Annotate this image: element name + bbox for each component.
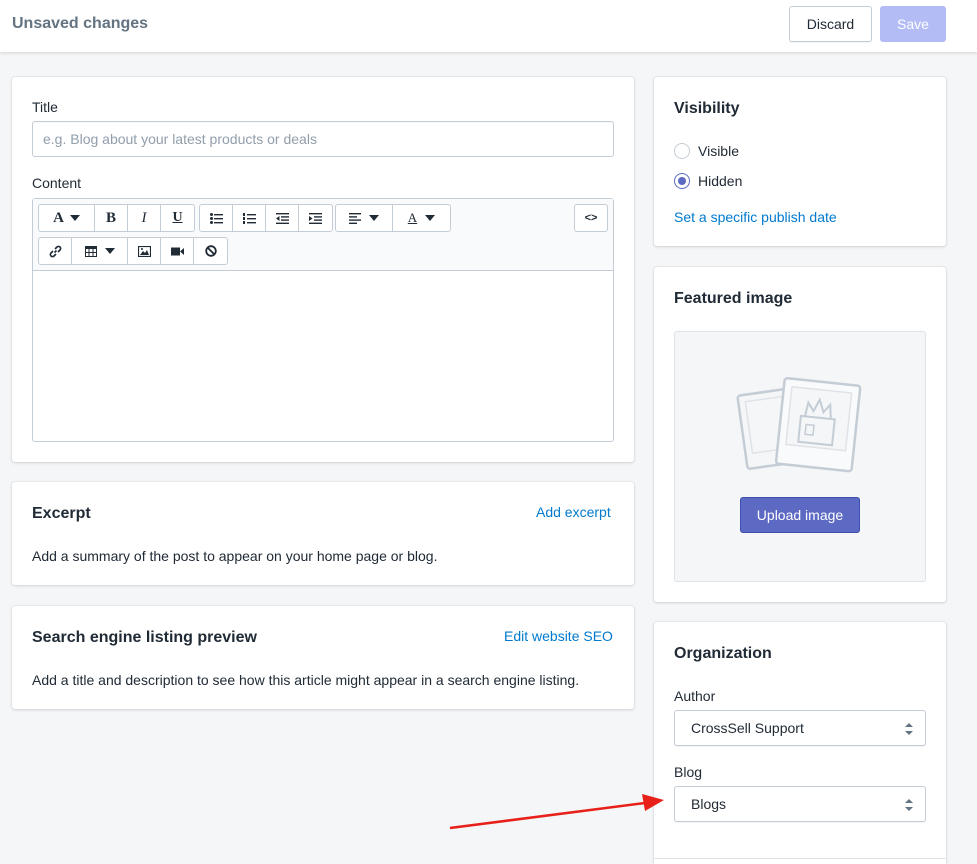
indent-svg: [309, 212, 322, 224]
seo-card: [12, 606, 634, 709]
author-value: CrossSell Support: [691, 720, 804, 736]
title-label: Title: [32, 99, 58, 115]
italic-icon[interactable]: I: [128, 205, 161, 231]
insert-group: [38, 237, 228, 265]
font-icon[interactable]: A: [39, 205, 95, 231]
table-icon[interactable]: [72, 238, 128, 264]
outdent-icon[interactable]: [266, 205, 299, 231]
content-label: Content: [32, 175, 82, 191]
annotation-arrow-icon: [449, 794, 664, 830]
add-excerpt-link[interactable]: Add excerpt: [536, 504, 611, 520]
numbered-list-icon[interactable]: [233, 205, 266, 231]
discard-button[interactable]: Discard: [789, 6, 872, 42]
select-caret-icon: [905, 799, 913, 811]
image-svg: [137, 245, 151, 257]
blog-value: Blogs: [691, 796, 727, 812]
image-placeholder-icon: [736, 377, 862, 473]
top-bar: Unsaved changes Discard Save: [0, 0, 977, 52]
page-title: Unsaved changes: [12, 15, 149, 32]
bold-glyph: B: [105, 209, 116, 226]
excerpt-description: Add a summary of the post to appear on y…: [32, 548, 438, 564]
video-svg: [170, 247, 184, 255]
title-input[interactable]: [32, 121, 614, 157]
underline-icon[interactable]: U: [161, 205, 194, 231]
blog-label: Blog: [674, 764, 703, 780]
select-caret-icon: [905, 723, 913, 735]
bold-icon[interactable]: B: [95, 205, 128, 231]
align-left-icon[interactable]: [336, 205, 393, 231]
visibility-heading: Visibility: [674, 100, 740, 117]
seo-description: Add a title and description to see how t…: [32, 672, 580, 688]
featured-image-heading: Featured image: [674, 290, 793, 307]
author-label: Author: [674, 688, 716, 704]
link-svg: [49, 245, 61, 257]
italic-glyph: I: [141, 209, 147, 226]
html-code-icon[interactable]: <>: [575, 205, 607, 231]
author-select[interactable]: CrossSell Support: [674, 710, 926, 746]
outdent-svg: [275, 212, 289, 224]
visible-radio[interactable]: [674, 143, 690, 159]
indent-icon[interactable]: [299, 205, 332, 231]
chevron-down-icon: [69, 215, 80, 221]
chevron-down-icon: [104, 248, 115, 254]
underline-glyph: U: [172, 210, 183, 225]
text-format-group: A B I U: [38, 204, 195, 232]
edit-seo-link[interactable]: Edit website SEO: [504, 628, 613, 644]
image-icon[interactable]: [128, 238, 161, 264]
chevron-down-icon: [425, 215, 436, 221]
table-svg: [84, 245, 97, 257]
align-left-svg: [349, 212, 361, 224]
organization-heading: Organization: [674, 645, 772, 662]
blog-select[interactable]: Blogs: [674, 786, 926, 822]
font-glyph: A: [53, 209, 64, 226]
bullet-list-icon[interactable]: [200, 205, 233, 231]
clear-format-svg: [204, 245, 217, 257]
code-group: <>: [574, 204, 608, 232]
link-icon[interactable]: [39, 238, 72, 264]
excerpt-heading: Excerpt: [32, 505, 91, 522]
video-icon[interactable]: [161, 238, 194, 264]
list-group: [199, 204, 333, 232]
text-color-glyph: A: [407, 210, 418, 225]
publish-date-link[interactable]: Set a specific publish date: [674, 209, 837, 225]
bullet-list-svg: [209, 212, 223, 224]
hidden-radio[interactable]: [674, 173, 690, 189]
upload-image-button[interactable]: Upload image: [740, 497, 860, 533]
card-divider: [654, 858, 946, 859]
clear-format-icon[interactable]: [194, 238, 227, 264]
visible-label[interactable]: Visible: [698, 143, 739, 159]
excerpt-card: [12, 482, 634, 585]
seo-heading: Search engine listing preview: [32, 629, 257, 646]
editor-toolbar: A B I U A <>: [33, 199, 613, 271]
code-glyph: <>: [584, 212, 598, 224]
numbered-list-svg: [242, 212, 256, 224]
align-color-group: A: [335, 204, 451, 232]
chevron-down-icon: [369, 215, 379, 221]
hidden-label[interactable]: Hidden: [698, 173, 742, 189]
editor-content-area[interactable]: [33, 271, 613, 441]
text-color-icon[interactable]: A: [393, 205, 450, 231]
save-button[interactable]: Save: [880, 6, 946, 42]
rich-text-editor: A B I U A <>: [32, 198, 614, 442]
